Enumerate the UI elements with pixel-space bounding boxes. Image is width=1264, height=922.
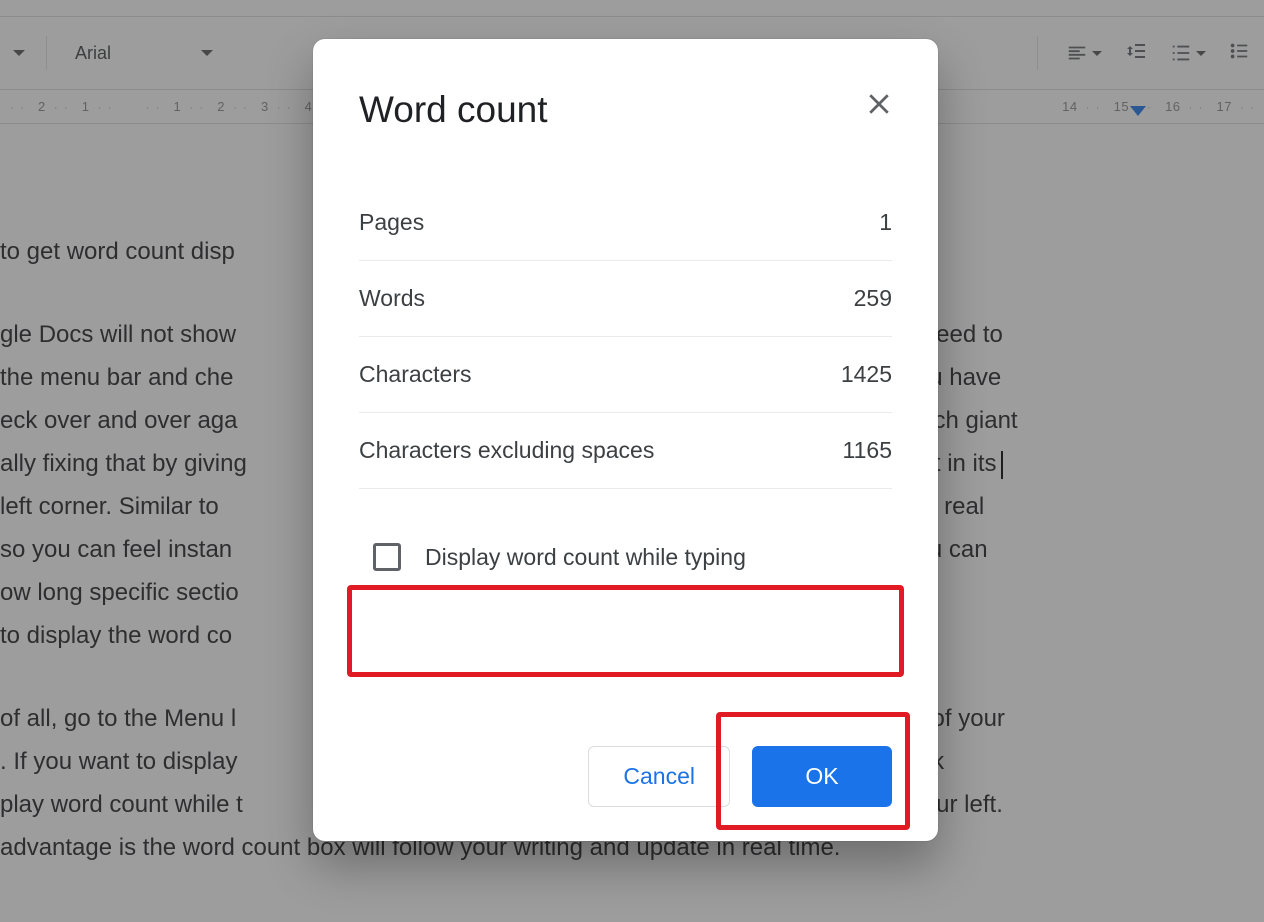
stat-value: 1165 xyxy=(843,437,892,464)
stat-label: Words xyxy=(359,285,425,312)
stat-value: 1425 xyxy=(841,361,892,388)
close-icon xyxy=(864,89,894,119)
stat-label: Characters xyxy=(359,361,471,388)
stat-value: 1 xyxy=(879,209,892,236)
app-background: Arial ··2··1·· ··1··2··3··4 xyxy=(0,0,1264,922)
stat-pages: Pages 1 xyxy=(359,185,892,261)
stat-characters: Characters 1425 xyxy=(359,337,892,413)
close-button[interactable] xyxy=(864,89,894,119)
ok-button[interactable]: OK xyxy=(752,746,892,807)
stat-words: Words 259 xyxy=(359,261,892,337)
stat-label: Pages xyxy=(359,209,424,236)
cancel-button[interactable]: Cancel xyxy=(588,746,730,807)
checkbox-label: Display word count while typing xyxy=(425,544,746,571)
stat-label: Characters excluding spaces xyxy=(359,437,654,464)
stat-characters-no-spaces: Characters excluding spaces 1165 xyxy=(359,413,892,489)
dialog-buttons: Cancel OK xyxy=(588,746,892,807)
word-count-dialog: Word count Pages 1 Words 259 Characters … xyxy=(313,39,938,841)
stat-value: 259 xyxy=(854,285,892,312)
display-while-typing-row[interactable]: Display word count while typing xyxy=(359,521,892,593)
dialog-title: Word count xyxy=(359,89,892,131)
display-while-typing-checkbox[interactable] xyxy=(373,543,401,571)
